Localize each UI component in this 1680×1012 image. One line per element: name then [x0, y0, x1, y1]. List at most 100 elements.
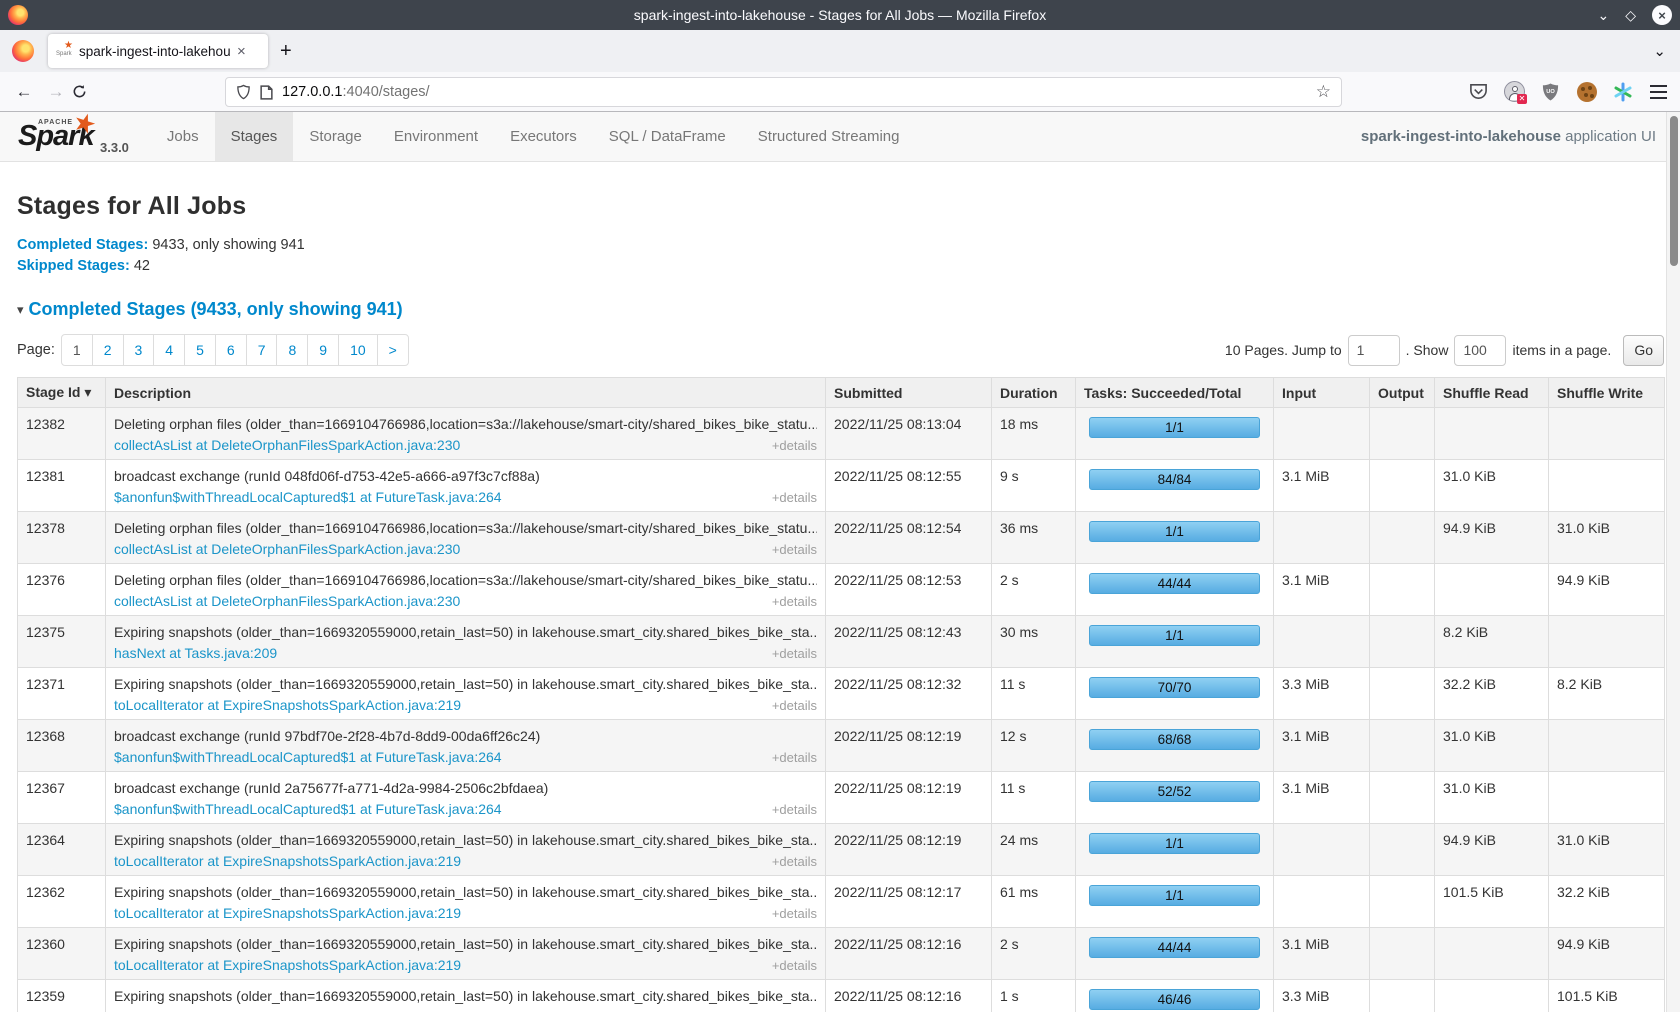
ublock-shield-icon[interactable]: UO [1539, 80, 1562, 103]
tasks-cell: 1/1 [1076, 616, 1274, 668]
column-header-shuffle-write[interactable]: Shuffle Write [1549, 378, 1665, 408]
nav-item-jobs[interactable]: Jobs [151, 112, 215, 161]
page-button-1[interactable]: 1 [62, 335, 92, 365]
details-toggle[interactable]: +details [772, 698, 817, 713]
page-button-10[interactable]: 10 [338, 335, 377, 365]
forward-button[interactable]: → [40, 82, 72, 102]
stage-row: 12375Expiring snapshots (older_than=1669… [18, 616, 1665, 668]
details-toggle[interactable]: +details [772, 490, 817, 505]
column-header-input[interactable]: Input [1274, 378, 1370, 408]
column-header-stage-id[interactable]: Stage Id ▾ [18, 378, 106, 408]
url-bar[interactable]: 127.0.0.1:4040/stages/ ☆ [225, 77, 1342, 107]
jump-to-page-input[interactable] [1348, 335, 1400, 366]
page-content: Stages for All Jobs Completed Stages: 94… [0, 192, 1680, 1012]
input-cell [1274, 824, 1370, 876]
details-toggle[interactable]: +details [772, 646, 817, 661]
nav-item-executors[interactable]: Executors [494, 112, 593, 161]
column-header-output[interactable]: Output [1370, 378, 1435, 408]
vertical-scrollbar[interactable] [1666, 112, 1680, 1012]
stage-callsite-link[interactable]: collectAsList at DeleteOrphanFilesSparkA… [114, 541, 460, 557]
details-toggle[interactable]: +details [772, 542, 817, 557]
stage-row: 12371Expiring snapshots (older_than=1669… [18, 668, 1665, 720]
submitted-cell: 2022/11/25 08:12:55 [826, 460, 992, 512]
shuffle-write-cell: 31.0 KiB [1549, 824, 1665, 876]
stage-callsite-link[interactable]: toLocalIterator at ExpireSnapshotsSparkA… [114, 853, 461, 869]
details-toggle[interactable]: +details [772, 594, 817, 609]
spark-logo[interactable]: APACHE Spark ★ [16, 112, 94, 161]
tasks-cell: 46/46 [1076, 980, 1274, 1012]
cookie-icon[interactable] [1575, 80, 1598, 103]
menu-hamburger-icon[interactable] [1647, 80, 1670, 103]
task-progress-bar: 1/1 [1089, 521, 1260, 542]
pagination-controls: Page: 12345678910> 10 Pages. Jump to . S… [17, 333, 1664, 367]
shuffle-read-cell: 101.5 KiB [1435, 876, 1549, 928]
shuffle-read-cell: 94.9 KiB [1435, 824, 1549, 876]
details-toggle[interactable]: +details [772, 854, 817, 869]
page-button->[interactable]: > [377, 335, 408, 365]
maximize-button-icon[interactable]: ◇ [1625, 8, 1636, 22]
completed-stages-section-toggle[interactable]: ▾Completed Stages (9433, only showing 94… [17, 299, 1664, 320]
reload-button[interactable] [72, 84, 104, 99]
back-button[interactable]: ← [8, 82, 40, 102]
shuffle-write-cell [1549, 460, 1665, 512]
column-header-duration[interactable]: Duration [992, 378, 1076, 408]
stage-description: Expiring snapshots (older_than=166932055… [114, 832, 817, 848]
column-header-tasks-succeeded-total[interactable]: Tasks: Succeeded/Total [1076, 378, 1274, 408]
duration-cell: 2 s [992, 928, 1076, 980]
page-button-7[interactable]: 7 [246, 335, 277, 365]
stage-callsite-link[interactable]: collectAsList at DeleteOrphanFilesSparkA… [114, 593, 460, 609]
column-header-shuffle-read[interactable]: Shuffle Read [1435, 378, 1549, 408]
site-info-icon[interactable] [260, 85, 273, 100]
details-toggle[interactable]: +details [772, 438, 817, 453]
items-per-page-input[interactable] [1454, 335, 1506, 366]
input-cell: 3.1 MiB [1274, 460, 1370, 512]
new-tab-button[interactable]: + [280, 40, 292, 63]
shuffle-write-cell [1549, 408, 1665, 460]
page-button-8[interactable]: 8 [276, 335, 307, 365]
stage-callsite-link[interactable]: toLocalIterator at ExpireSnapshotsSparkA… [114, 957, 461, 973]
scrollbar-thumb[interactable] [1670, 116, 1678, 266]
nav-item-stages[interactable]: Stages [215, 112, 294, 161]
column-header-description[interactable]: Description [106, 378, 826, 408]
account-extension-icon[interactable]: ✕ [1503, 80, 1526, 103]
stage-callsite-link[interactable]: $anonfun$withThreadLocalCaptured$1 at Fu… [114, 489, 502, 505]
go-button[interactable]: Go [1623, 335, 1664, 366]
stage-callsite-link[interactable]: collectAsList at DeleteOrphanFilesSparkA… [114, 437, 460, 453]
stage-callsite-link[interactable]: toLocalIterator at ExpireSnapshotsSparkA… [114, 697, 461, 713]
stage-description-cell: Expiring snapshots (older_than=166932055… [106, 824, 826, 876]
output-cell [1370, 928, 1435, 980]
firefox-view-icon[interactable] [12, 40, 34, 62]
stage-description-cell: Deleting orphan files (older_than=166910… [106, 512, 826, 564]
browser-tab[interactable]: Spark ★ spark-ingest-into-lakehous × [48, 34, 268, 68]
page-button-9[interactable]: 9 [307, 335, 338, 365]
page-button-4[interactable]: 4 [153, 335, 184, 365]
page-button-2[interactable]: 2 [92, 335, 123, 365]
nav-item-storage[interactable]: Storage [293, 112, 378, 161]
column-header-submitted[interactable]: Submitted [826, 378, 992, 408]
stage-callsite-link[interactable]: hasNext at Tasks.java:209 [114, 645, 277, 661]
tab-close-icon[interactable]: × [237, 43, 246, 60]
details-toggle[interactable]: +details [772, 958, 817, 973]
stage-callsite-link[interactable]: toLocalIterator at ExpireSnapshotsSparkA… [114, 905, 461, 921]
page-button-6[interactable]: 6 [215, 335, 246, 365]
page-button-5[interactable]: 5 [184, 335, 215, 365]
nav-item-sql-dataframe[interactable]: SQL / DataFrame [593, 112, 742, 161]
nav-item-structured-streaming[interactable]: Structured Streaming [742, 112, 916, 161]
shuffle-read-cell [1435, 928, 1549, 980]
details-toggle[interactable]: +details [772, 802, 817, 817]
task-progress-bar: 44/44 [1089, 937, 1260, 958]
list-tabs-chevron-icon[interactable]: ⌄ [1653, 42, 1666, 60]
url-text: 127.0.0.1:4040/stages/ [282, 84, 430, 100]
pocket-icon[interactable] [1467, 80, 1490, 103]
bookmark-star-icon[interactable]: ☆ [1316, 82, 1331, 102]
page-button-3[interactable]: 3 [123, 335, 154, 365]
stage-callsite-link[interactable]: $anonfun$withThreadLocalCaptured$1 at Fu… [114, 801, 502, 817]
shield-icon[interactable] [236, 84, 251, 100]
close-button-icon[interactable]: × [1652, 5, 1672, 25]
asterisk-extension-icon[interactable] [1611, 80, 1634, 103]
minimize-button-icon[interactable]: ⌄ [1597, 8, 1609, 22]
nav-item-environment[interactable]: Environment [378, 112, 494, 161]
stage-callsite-link[interactable]: $anonfun$withThreadLocalCaptured$1 at Fu… [114, 749, 502, 765]
details-toggle[interactable]: +details [772, 906, 817, 921]
details-toggle[interactable]: +details [772, 750, 817, 765]
